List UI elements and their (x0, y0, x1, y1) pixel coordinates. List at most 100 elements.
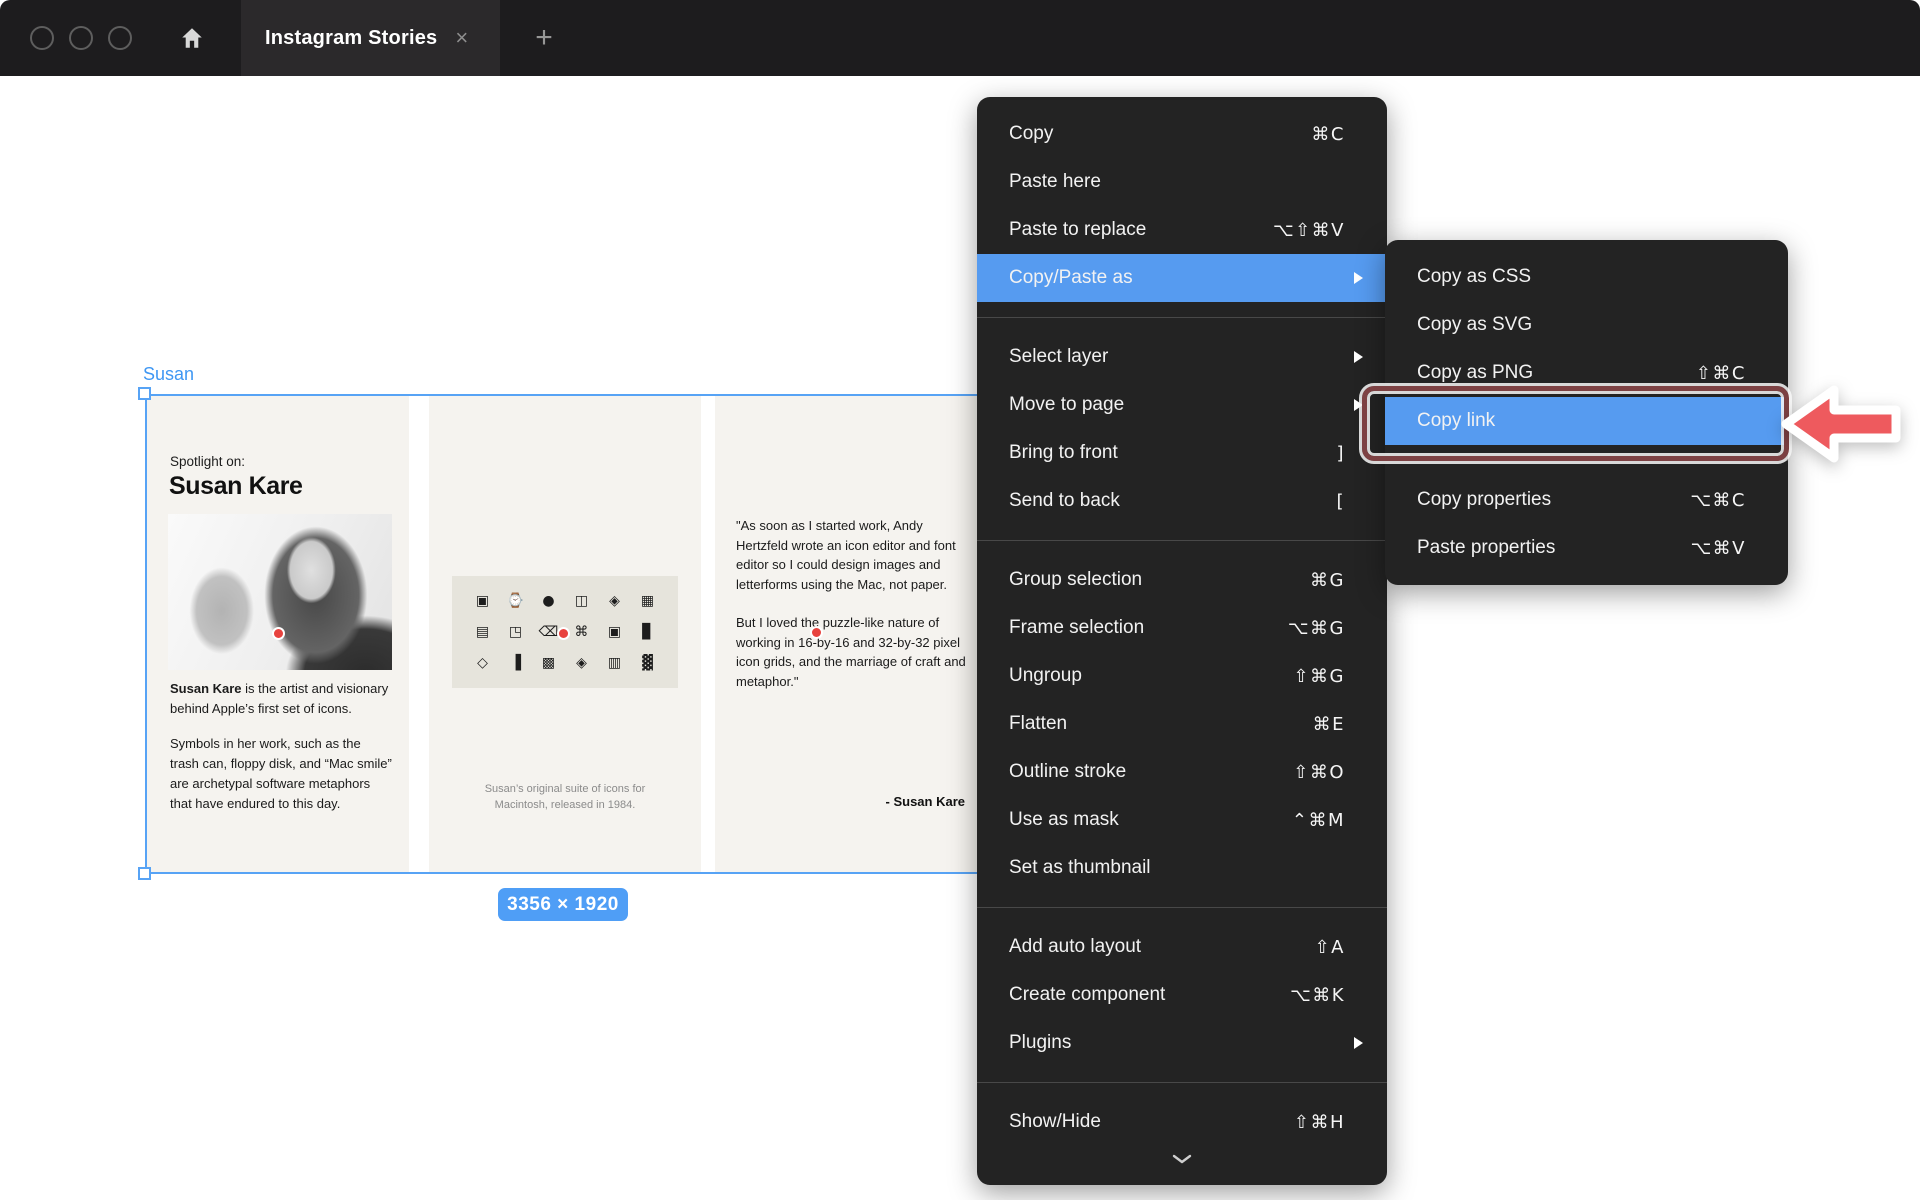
window-control-zoom-icon[interactable] (108, 26, 132, 50)
menu-item-copy-link[interactable]: Copy link (1385, 397, 1788, 445)
menu-item-plugins[interactable]: Plugins (977, 1019, 1387, 1067)
menu-item-label: Use as mask (1009, 809, 1292, 831)
tab-close-icon[interactable]: × (455, 27, 468, 49)
tab-instagram-stories[interactable]: Instagram Stories × (241, 0, 500, 76)
menu-item-ungroup[interactable]: Ungroup⇧⌘G (977, 652, 1387, 700)
icons-caption-line2: Macintosh, released in 1984. (429, 798, 701, 814)
document-icon: ▤ (476, 625, 489, 639)
menu-item-move-to-page[interactable]: Move to page (977, 381, 1387, 429)
selection-handle-top-left[interactable] (138, 387, 151, 400)
dimension-badge: 3356 × 1920 (498, 888, 628, 921)
menu-item-create-component[interactable]: Create component⌥⌘K (977, 971, 1387, 1019)
menu-item-frame-selection[interactable]: Frame selection⌥⌘G (977, 604, 1387, 652)
spotlight-title: Susan Kare (169, 472, 303, 501)
menu-item-shortcut: ⇧⌘C (1696, 363, 1746, 384)
menu-item-label: Outline stroke (1009, 761, 1293, 783)
menu-separator (1385, 460, 1788, 461)
menu-item-label: Copy/Paste as (1009, 267, 1345, 289)
context-menu: Copy⌘CPaste herePaste to replace⌥⇧⌘VCopy… (977, 97, 1387, 1185)
red-marker-dot (812, 628, 821, 637)
menu-item-label: Copy as CSS (1417, 266, 1746, 288)
menu-item-flatten[interactable]: Flatten⌘E (977, 700, 1387, 748)
menu-item-outline-stroke[interactable]: Outline stroke⇧⌘O (977, 748, 1387, 796)
menu-item-copy-paste-as[interactable]: Copy/Paste as (977, 254, 1387, 302)
menu-item-label: Frame selection (1009, 617, 1288, 639)
menu-item-copy-as-png[interactable]: Copy as PNG⇧⌘C (1385, 349, 1788, 397)
menu-item-copy-properties[interactable]: Copy properties⌥⌘C (1385, 476, 1788, 524)
figma-window: Instagram Stories × + Susan Spotlight on… (0, 0, 1920, 1200)
menu-item-label: Copy (1009, 123, 1311, 145)
menu-item-shortcut: ⌘C (1311, 124, 1345, 145)
trash-can-icon: ⌫ (539, 625, 559, 639)
menu-item-shortcut: ⇧⌘O (1293, 762, 1345, 783)
menu-item-label: Add auto layout (1009, 936, 1315, 958)
titlebar: Instagram Stories × + (0, 0, 1920, 76)
quote-paragraph-2: But I loved the puzzle-like nature of wo… (736, 613, 972, 691)
menu-item-label: Paste to replace (1009, 219, 1273, 241)
menu-item-show-hide[interactable]: Show/Hide⇧⌘H (977, 1098, 1387, 1146)
floppy-disk-icon: ▦ (641, 594, 654, 608)
selection-handle-bottom-left[interactable] (138, 867, 151, 880)
menu-item-shortcut: ⇧⌘G (1293, 666, 1345, 687)
menu-item-label: Send to back (1009, 490, 1336, 512)
submenu-arrow-icon (1354, 351, 1363, 363)
menu-item-paste-here[interactable]: Paste here (977, 158, 1387, 206)
menu-item-label: Plugins (1009, 1032, 1345, 1054)
red-marker-dot (559, 629, 568, 638)
menu-item-use-as-mask[interactable]: Use as mask⌃⌘M (977, 796, 1387, 844)
clipboard-icon: ◫ (575, 594, 588, 608)
frame-label[interactable]: Susan (143, 364, 194, 385)
menu-separator (977, 907, 1387, 908)
menu-item-copy[interactable]: Copy⌘C (977, 110, 1387, 158)
menu-item-paste-to-replace[interactable]: Paste to replace⌥⇧⌘V (977, 206, 1387, 254)
menu-item-copy-as-css[interactable]: Copy as CSS (1385, 253, 1788, 301)
menu-item-shortcut: ⇧⌘H (1294, 1112, 1345, 1133)
menu-item-shortcut: [ (1336, 491, 1345, 512)
chevron-down-icon (1172, 1154, 1192, 1164)
menu-separator (977, 317, 1387, 318)
menu-item-shortcut: ⌥⌘V (1690, 538, 1746, 559)
menu-item-label: Move to page (1009, 394, 1345, 416)
menu-item-shortcut: ⌥⌘C (1690, 490, 1746, 511)
menu-item-paste-properties[interactable]: Paste properties⌥⌘V (1385, 524, 1788, 572)
menu-separator (977, 540, 1387, 541)
settings-doc-icon: ▥ (608, 656, 621, 670)
happy-mac-icon: ▣ (608, 625, 621, 639)
new-tab-button[interactable]: + (518, 0, 570, 76)
menu-scroll-chevron[interactable] (977, 1146, 1387, 1172)
menu-item-add-auto-layout[interactable]: Add auto layout⇧A (977, 923, 1387, 971)
eraser-icon: ◈ (576, 656, 587, 670)
annotation-arrow-icon (1778, 378, 1904, 470)
menu-item-label: Flatten (1009, 713, 1313, 735)
submenu-arrow-icon (1354, 272, 1363, 284)
story-panel-quote[interactable]: "As soon as I started work, Andy Hertzfe… (715, 396, 983, 872)
menu-item-label: Create component (1009, 984, 1290, 1006)
submenu-arrow-icon (1354, 1037, 1363, 1049)
menu-item-shortcut: ⌘G (1310, 570, 1345, 591)
menu-item-label: Ungroup (1009, 665, 1293, 687)
submenu-arrow-icon (1354, 399, 1363, 411)
folder-in-icon: ◳ (509, 625, 522, 639)
menu-item-copy-as-svg[interactable]: Copy as SVG (1385, 301, 1788, 349)
menu-item-select-layer[interactable]: Select layer (977, 333, 1387, 381)
spotlight-body-1: Susan Kare is the artist and visionary b… (170, 679, 392, 719)
menu-item-label: Set as thumbnail (1009, 857, 1345, 879)
menu-item-label: Group selection (1009, 569, 1310, 591)
menu-item-bring-to-front[interactable]: Bring to front] (977, 429, 1387, 477)
menu-item-set-as-thumbnail[interactable]: Set as thumbnail (977, 844, 1387, 892)
menu-item-shortcut: ] (1336, 443, 1345, 464)
home-button[interactable] (170, 16, 214, 60)
menu-item-group-selection[interactable]: Group selection⌘G (977, 556, 1387, 604)
window-control-close-icon[interactable] (30, 26, 54, 50)
bomb-icon: ● (542, 594, 554, 608)
menu-item-shortcut: ⌃⌘M (1292, 810, 1345, 831)
menu-item-shortcut: ⌥⇧⌘V (1273, 220, 1345, 241)
layers-icon: ▓ (642, 656, 653, 670)
menu-item-label: Copy as PNG (1417, 362, 1696, 384)
window-controls (30, 26, 132, 50)
spotlight-eyebrow: Spotlight on: (170, 454, 245, 469)
window-control-minimize-icon[interactable] (69, 26, 93, 50)
menu-item-label: Select layer (1009, 346, 1345, 368)
susan-kare-photo (168, 514, 392, 670)
menu-item-send-to-back[interactable]: Send to back[ (977, 477, 1387, 525)
